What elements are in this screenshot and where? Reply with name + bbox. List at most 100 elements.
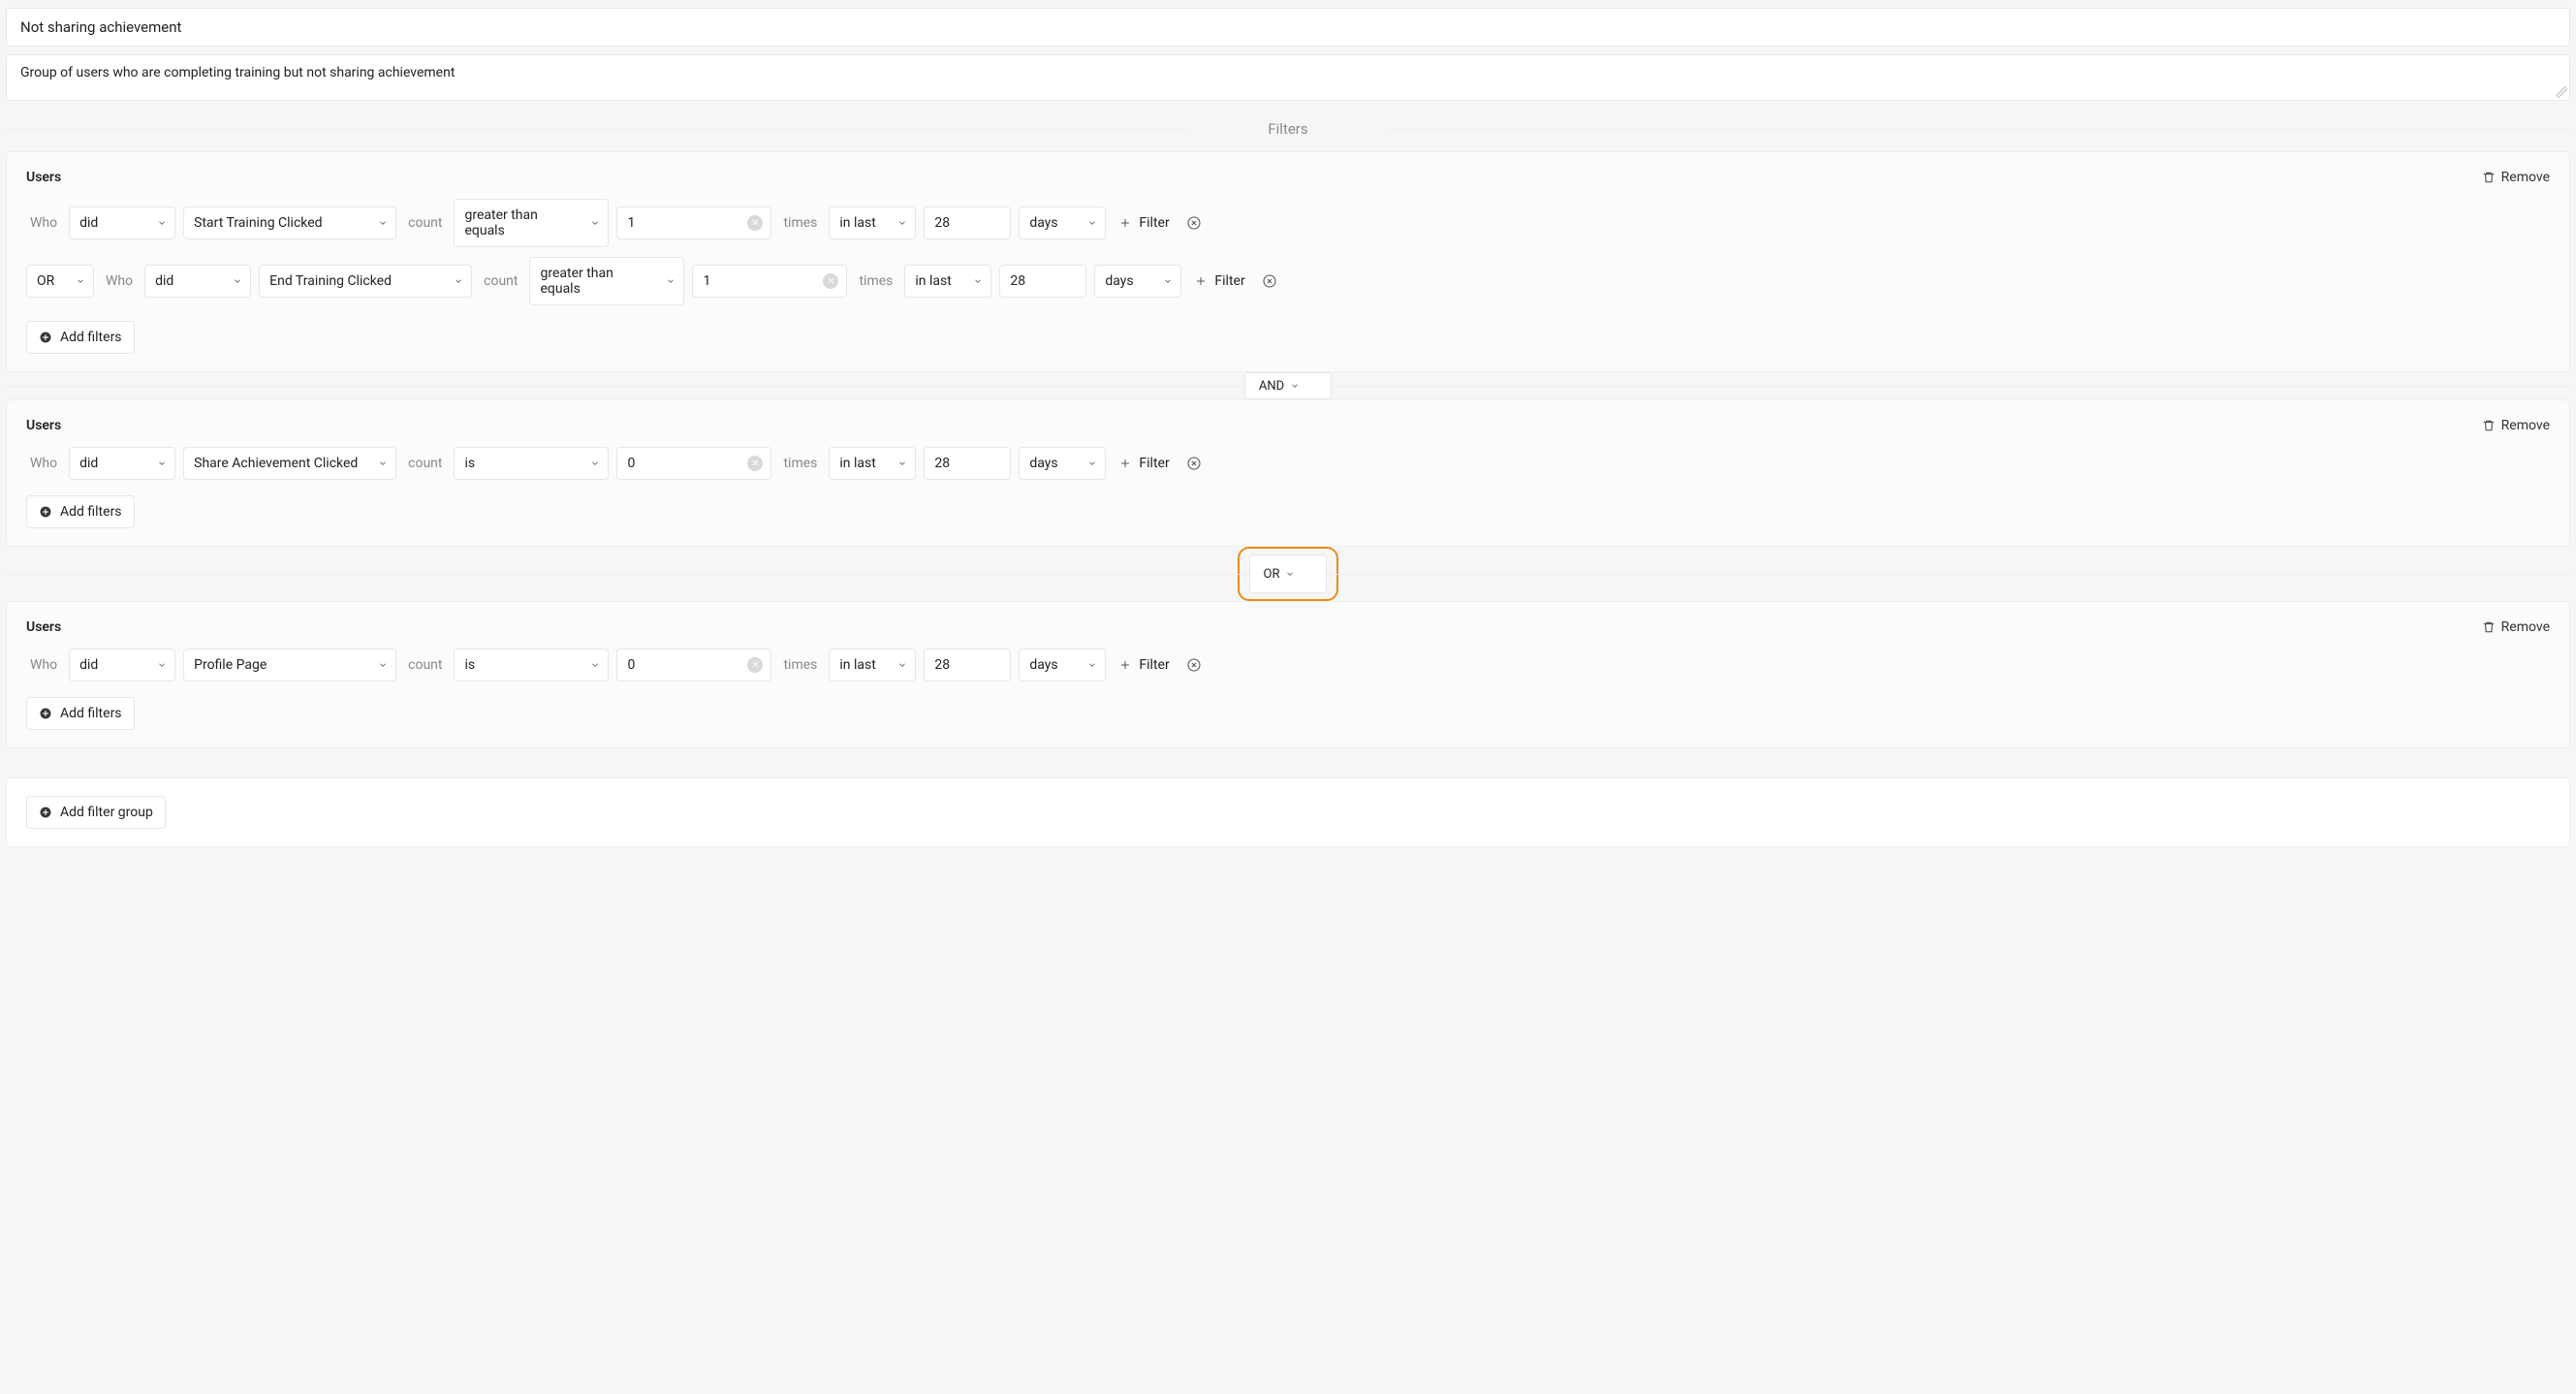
verb-select[interactable]: did <box>144 265 251 298</box>
cohort-description-text: Group of users who are completing traini… <box>20 65 455 80</box>
value-text: 1 <box>627 215 635 231</box>
plus-icon <box>1119 458 1131 469</box>
add-filter-group-panel: Add filter group <box>6 777 2570 847</box>
comparator-select[interactable]: is <box>454 649 609 681</box>
clear-icon[interactable]: ✕ <box>747 215 763 231</box>
group-title: Users <box>26 418 61 433</box>
verb-value: did <box>155 273 173 289</box>
remove-group-button[interactable]: Remove <box>2482 619 2550 635</box>
remove-row-button[interactable] <box>1259 270 1280 292</box>
add-filters-button[interactable]: Add filters <box>26 697 135 730</box>
chevron-down-icon <box>973 276 983 286</box>
time-unit-select[interactable]: days <box>1094 265 1181 298</box>
cohort-name-input[interactable]: Not sharing achievement <box>6 8 2570 47</box>
group-connector-select[interactable]: OR <box>1249 554 1328 593</box>
comparator-select[interactable]: greater than equals <box>529 257 684 305</box>
remove-group-button[interactable]: Remove <box>2482 418 2550 433</box>
trash-icon <box>2482 171 2496 184</box>
who-label: Who <box>106 273 133 289</box>
remove-label: Remove <box>2501 418 2550 433</box>
remove-row-button[interactable] <box>1183 654 1205 676</box>
time-op-select[interactable]: in last <box>829 649 916 681</box>
clear-icon[interactable]: ✕ <box>747 456 763 471</box>
plus-icon <box>1119 217 1131 229</box>
filter-group: Users Remove Who did Profile Page count … <box>6 601 2570 748</box>
add-filter-button[interactable]: Filter <box>1114 452 1175 475</box>
remove-group-button[interactable]: Remove <box>2482 170 2550 185</box>
time-op-value: in last <box>839 657 875 673</box>
filter-label: Filter <box>1214 273 1244 289</box>
time-unit-value: days <box>1029 215 1057 231</box>
verb-select[interactable]: did <box>69 206 175 239</box>
value-input[interactable]: 0 ✕ <box>616 447 771 480</box>
time-op-select[interactable]: in last <box>904 265 991 298</box>
filter-label: Filter <box>1139 456 1169 471</box>
add-filters-label: Add filters <box>60 706 122 721</box>
filter-label: Filter <box>1139 215 1169 231</box>
times-label: times <box>859 273 893 289</box>
times-label: times <box>783 215 817 231</box>
add-filter-button[interactable]: Filter <box>1114 211 1175 235</box>
clear-icon[interactable]: ✕ <box>823 273 838 289</box>
times-label: times <box>783 657 817 673</box>
time-unit-select[interactable]: days <box>1019 447 1106 480</box>
chevron-down-icon <box>897 218 907 228</box>
connector-value: AND <box>1259 379 1284 394</box>
event-select[interactable]: Start Training Clicked <box>183 206 396 239</box>
add-filters-button[interactable]: Add filters <box>26 495 135 528</box>
add-filter-button[interactable]: Filter <box>1189 269 1250 293</box>
time-unit-select[interactable]: days <box>1019 649 1106 681</box>
time-unit-value: days <box>1029 657 1057 673</box>
row-bool-op-select[interactable]: OR <box>26 265 94 298</box>
cohort-description-textarea[interactable]: Group of users who are completing traini… <box>6 54 2570 101</box>
event-select[interactable]: End Training Clicked <box>259 265 472 298</box>
close-circle-icon <box>1186 657 1202 673</box>
comparator-select[interactable]: greater than equals <box>454 199 609 247</box>
remove-row-button[interactable] <box>1183 212 1205 234</box>
time-value-input[interactable]: 28 <box>924 447 1011 480</box>
event-value: Profile Page <box>194 657 267 673</box>
time-value-input[interactable]: 28 <box>924 649 1011 681</box>
chevron-down-icon <box>1087 660 1097 670</box>
event-select[interactable]: Profile Page <box>183 649 396 681</box>
time-unit-select[interactable]: days <box>1019 206 1106 239</box>
who-label: Who <box>30 215 57 231</box>
group-connector-select[interactable]: AND <box>1244 372 1332 399</box>
comparator-value: greater than equals <box>464 207 581 238</box>
chevron-down-icon <box>454 276 463 286</box>
value-text: 0 <box>627 456 635 471</box>
value-input[interactable]: 1 ✕ <box>616 206 771 239</box>
time-op-select[interactable]: in last <box>829 206 916 239</box>
chevron-down-icon <box>1285 569 1295 579</box>
time-value-text: 28 <box>934 215 950 231</box>
group-title: Users <box>26 170 61 185</box>
trash-icon <box>2482 419 2496 432</box>
time-op-value: in last <box>915 273 951 289</box>
chevron-down-icon <box>1290 381 1300 391</box>
remove-label: Remove <box>2501 170 2550 185</box>
value-input[interactable]: 0 ✕ <box>616 649 771 681</box>
plus-circle-icon <box>39 331 52 344</box>
verb-value: did <box>79 657 98 673</box>
remove-row-button[interactable] <box>1183 453 1205 474</box>
add-filter-group-button[interactable]: Add filter group <box>26 796 166 829</box>
verb-select[interactable]: did <box>69 649 175 681</box>
value-text: 0 <box>627 657 635 673</box>
time-op-select[interactable]: in last <box>829 447 916 480</box>
time-value-input[interactable]: 28 <box>924 206 1011 239</box>
filter-group: Users Remove Who did Start Training Clic… <box>6 151 2570 372</box>
clear-icon[interactable]: ✕ <box>747 657 763 673</box>
event-select[interactable]: Share Achievement Clicked <box>183 447 396 480</box>
verb-select[interactable]: did <box>69 447 175 480</box>
value-input[interactable]: 1 ✕ <box>692 265 847 298</box>
add-filters-button[interactable]: Add filters <box>26 321 135 354</box>
add-filter-button[interactable]: Filter <box>1114 653 1175 677</box>
close-circle-icon <box>1262 273 1277 289</box>
resize-handle-icon[interactable] <box>2556 86 2567 98</box>
chevron-down-icon <box>378 218 388 228</box>
add-filters-label: Add filters <box>60 330 122 345</box>
count-label: count <box>408 456 442 471</box>
comparator-select[interactable]: is <box>454 447 609 480</box>
add-filter-group-label: Add filter group <box>60 805 153 820</box>
time-value-input[interactable]: 28 <box>999 265 1086 298</box>
